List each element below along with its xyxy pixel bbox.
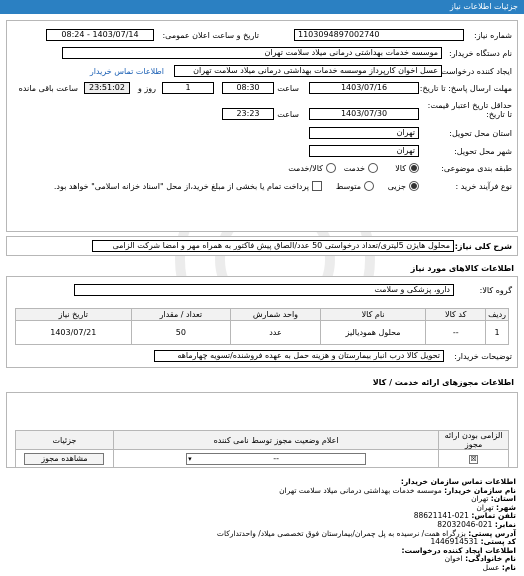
col-details: جزئیات [15, 430, 114, 450]
goods-section-title: اطلاعات کالاهای مورد نیاز [410, 264, 514, 273]
remaining-label: ساعت باقی مانده [18, 84, 78, 93]
process-radio-minor[interactable] [409, 181, 419, 191]
contact-postal-label: کد پستی: [480, 537, 516, 547]
category-radio-goods-service[interactable] [326, 163, 336, 173]
validity-time-label: ساعت [277, 110, 299, 119]
cell-date: 1403/07/21 [15, 320, 132, 345]
creator-firstname-value: عسل [482, 562, 500, 572]
need-desc-field: محلول هایژن 5لیتری/تعداد درخواستی 50 عدد… [92, 240, 454, 252]
validity-label: حداقل تاریخ اعتبار قیمت: تا تاریخ: [427, 101, 512, 119]
creator-firstname-label: نام: [501, 562, 516, 572]
permits-table-header: الزامی بودن ارائه مجوز اعلام وضعیت مجوز … [15, 430, 509, 450]
goods-group-field: دارو، پزشکی و سلامت [74, 284, 454, 296]
status-cell: -- ▾ [112, 449, 440, 468]
cell-name: محلول هموديالیز [319, 320, 427, 345]
contact-postal-value: 1446914531 [430, 537, 479, 547]
col-date: تاریخ نیاز [15, 308, 132, 321]
category-option-service: خدمت [343, 164, 365, 173]
col-unit: واحد شمارش [230, 308, 321, 321]
city-field: تهران [309, 145, 419, 157]
table-row: 1 -- محلول هموديالیز عدد 50 1403/07/21 [15, 320, 509, 345]
contact-org-value: موسسه خدمات بهداشتی درمانی میلاد سلامت ت… [279, 485, 442, 495]
contact-address-value: بزرگراه همت/ نرسیده به پل چمران/بیمارستا… [216, 528, 466, 538]
category-label: طبقه بندی موضوعی: [441, 164, 512, 173]
announce-field: 1403/07/14 - 08:24 [46, 29, 154, 41]
chevron-down-icon: ▾ [188, 454, 192, 463]
reply-time-label: ساعت [277, 84, 299, 93]
col-required: الزامی بودن ارائه مجوز [438, 430, 509, 450]
process-label: نوع فرآیند خرید : [455, 182, 512, 191]
validity-time-field: 23:23 [222, 108, 274, 120]
creator-lastname-value: اخوان [444, 554, 463, 564]
cell-qty: 50 [130, 320, 232, 345]
view-permit-button[interactable]: مشاهده مجوز [24, 452, 105, 465]
table-row: ☒ -- ▾ مشاهده مجوز [15, 449, 509, 468]
goods-table: ردیف کد کالا نام کالا واحد شمارش تعداد /… [15, 308, 509, 345]
cell-row: 1 [485, 320, 509, 345]
permit-status-value: -- [273, 453, 279, 463]
reply-date-field: 1403/07/16 [309, 82, 419, 94]
creator-lastname-row: نام خانوادگی: اخوان [217, 555, 516, 564]
validity-date-field: 1403/07/30 [309, 108, 419, 120]
category-option-goods-service: کالا/خدمت [288, 164, 323, 173]
countdown-field: 23:51:02 [84, 82, 130, 94]
required-checkbox: ☒ [469, 454, 479, 464]
permits-section-title: اطلاعات مجوزهای ارائه خدمت / کالا [372, 378, 514, 387]
col-name: نام کالا [319, 308, 427, 321]
header-bar [0, 0, 524, 14]
buyer-label: نام دستگاه خریدار: [449, 49, 512, 58]
category-radio-service[interactable] [368, 163, 378, 173]
announce-label: تاریخ و ساعت اعلان عمومی: [162, 31, 259, 40]
col-row: ردیف [485, 308, 509, 321]
goods-group-label: گروه کالا: [479, 286, 512, 295]
need-number-field: 1103094897002740 [294, 29, 464, 41]
day-count-field: 1 [162, 82, 214, 94]
buyer-notes-label: توضیحات خریدار: [454, 352, 512, 361]
day-label: روز و [138, 84, 156, 93]
process-option-minor: جزیی [387, 182, 406, 191]
col-code: کد کالا [425, 308, 487, 321]
creator-label: ایجاد کننده درخواست: [438, 67, 512, 76]
payment-text: پرداخت تمام یا بخشی از مبلغ خرید،از محل … [53, 182, 309, 191]
province-label: استان محل تحویل: [449, 129, 512, 138]
contact-info: اطلاعات تماس سازمان خریدار: نام سازمان خ… [216, 477, 516, 573]
col-status: اعلام وضعیت مجوز توسط نامی کننده [112, 430, 440, 450]
creator-field: عسل اخوان کارپرداز موسسه خدمات بهداشتی د… [174, 65, 442, 77]
col-qty: تعداد / مقدار [130, 308, 232, 321]
reply-deadline-label: مهلت ارسال پاسخ: تا تاریخ: [419, 84, 512, 93]
goods-table-header: ردیف کد کالا نام کالا واحد شمارش تعداد /… [15, 308, 509, 321]
permits-table: الزامی بودن ارائه مجوز اعلام وضعیت مجوز … [15, 430, 509, 468]
buyer-field: موسسه خدمات بهداشتی درمانی میلاد سلامت ت… [62, 47, 442, 59]
creator-firstname-row: نام: عسل [217, 562, 516, 573]
category-option-goods: کالا [395, 164, 406, 173]
buyer-contact-link[interactable]: اطلاعات تماس خریدار [90, 67, 164, 76]
process-option-medium: متوسط [335, 182, 361, 191]
payment-checkbox[interactable] [312, 181, 322, 191]
details-cell: مشاهده مجوز [15, 449, 114, 468]
need-desc-label: شرح کلی نیاز: [454, 242, 512, 251]
province-field: تهران [309, 127, 419, 139]
reply-time-field: 08:30 [222, 82, 274, 94]
cell-unit: عدد [230, 320, 321, 345]
process-radio-medium[interactable] [364, 181, 374, 191]
permit-status-select[interactable]: -- ▾ [186, 452, 367, 465]
contact-province-row: استان: تهران [217, 494, 516, 504]
city-label: شهر محل تحویل: [454, 147, 512, 156]
category-radio-goods[interactable] [409, 163, 419, 173]
page-title: جزئیات اطلاعات نیاز [449, 2, 518, 11]
cell-code: -- [425, 320, 487, 345]
required-cell: ☒ [438, 449, 509, 468]
buyer-notes-field: تحویل کالا درب انبار بیمارستان و هزینه ح… [154, 350, 444, 362]
need-number-label: شماره نیاز: [474, 31, 512, 40]
